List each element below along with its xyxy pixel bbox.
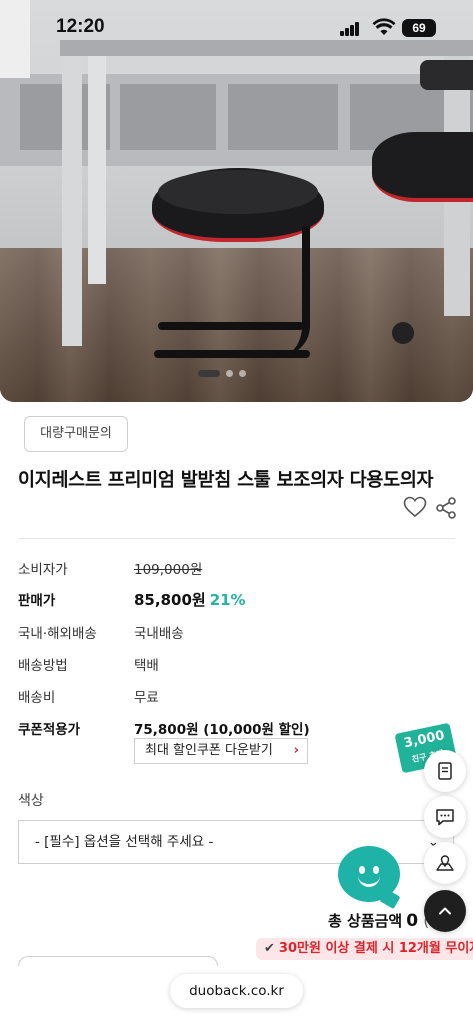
hero-chair-arm <box>420 60 473 90</box>
coupon-price-label: 쿠폰적용가 <box>18 722 81 738</box>
cellular-signal-icon <box>340 22 360 36</box>
bulk-inquiry-button[interactable]: 대량구매문의 <box>24 416 128 452</box>
sale-price-group: 85,800원 21% <box>134 589 246 610</box>
download-coupon-label: 최대 할인쿠폰 다운받기 <box>145 743 273 758</box>
chatbot-tail <box>379 888 401 910</box>
hero-chair-seat <box>372 132 473 202</box>
hero-desk-leg <box>88 56 106 284</box>
installment-promo-text: 30만원 이상 결제 시 12개월 무이자 <box>278 941 473 956</box>
status-time: 12:20 <box>56 16 105 37</box>
hero-desk-leg <box>62 56 82 346</box>
chat-bubble-icon <box>436 809 454 826</box>
shipping-region-value: 국내배송 <box>134 626 184 642</box>
total-price-amount: 0 <box>406 911 419 931</box>
color-option-label: 색상 <box>18 793 44 809</box>
divider <box>18 538 455 539</box>
hero-stool-cushion <box>158 170 318 214</box>
receipt-button[interactable] <box>424 750 466 792</box>
msrp-value: 109,000원 <box>134 562 203 578</box>
hero-chair-wheel <box>392 322 414 344</box>
hero-stool-base <box>154 350 310 358</box>
msrp-label: 소비자가 <box>18 562 68 578</box>
shipping-method-label: 배송방법 <box>18 658 68 674</box>
heart-icon[interactable] <box>403 496 427 518</box>
chat-button[interactable] <box>424 796 466 838</box>
product-image-carousel[interactable] <box>0 0 473 402</box>
hero-stool-leg <box>270 226 310 356</box>
option-select-placeholder: - [필수] 옵션을 선택해 주세요 - <box>35 834 214 850</box>
total-price: 총 상품금액0 ( <box>328 910 429 931</box>
scroll-top-button[interactable] <box>424 890 466 932</box>
status-bar: 12:20 69 <box>0 0 473 56</box>
hero-stool-base <box>158 322 304 330</box>
installment-promo-banner[interactable]: ✔ 30만원 이상 결제 시 12개월 무이자 <box>256 938 473 960</box>
shipping-fee-label: 배송비 <box>18 690 56 706</box>
shipping-region-label: 국내·해외배송 <box>18 626 97 642</box>
wifi-icon <box>372 18 396 35</box>
bottom-button-edge[interactable] <box>18 956 218 966</box>
coupon-price-value: 75,800원 (10,000원 할인) <box>134 722 310 738</box>
receipt-icon <box>438 762 452 780</box>
chatbot-button[interactable] <box>338 846 401 910</box>
carousel-dot[interactable] <box>239 370 246 377</box>
check-icon: ✔ <box>264 941 275 956</box>
chatbot-eye <box>373 866 379 874</box>
share-icon[interactable] <box>434 496 458 520</box>
battery-icon: 69 <box>402 19 436 37</box>
chevron-right-icon: › <box>293 743 299 758</box>
carousel-indicator[interactable] <box>198 370 246 377</box>
chatbot-eye <box>359 866 365 874</box>
total-price-label: 총 상품금액 <box>328 912 403 930</box>
shipping-fee-value: 무료 <box>134 690 159 706</box>
discount-rate: 21% <box>209 591 246 609</box>
map-icon <box>436 855 454 871</box>
sale-price-label: 판매가 <box>18 593 56 609</box>
carousel-dot[interactable] <box>226 370 233 377</box>
download-coupon-button[interactable]: 최대 할인쿠폰 다운받기 › <box>134 738 308 764</box>
browser-url-bar[interactable]: duoback.co.kr <box>170 974 303 1008</box>
chevron-up-icon <box>439 907 451 915</box>
store-map-button[interactable] <box>424 842 466 884</box>
shipping-method-value: 택배 <box>134 658 159 674</box>
smile-icon <box>358 876 380 887</box>
sale-price-value: 85,800원 <box>134 591 206 609</box>
product-title: 이지레스트 프리미엄 발받침 스툴 보조의자 다용도의자 <box>18 470 434 491</box>
carousel-dot-active[interactable] <box>198 370 220 377</box>
